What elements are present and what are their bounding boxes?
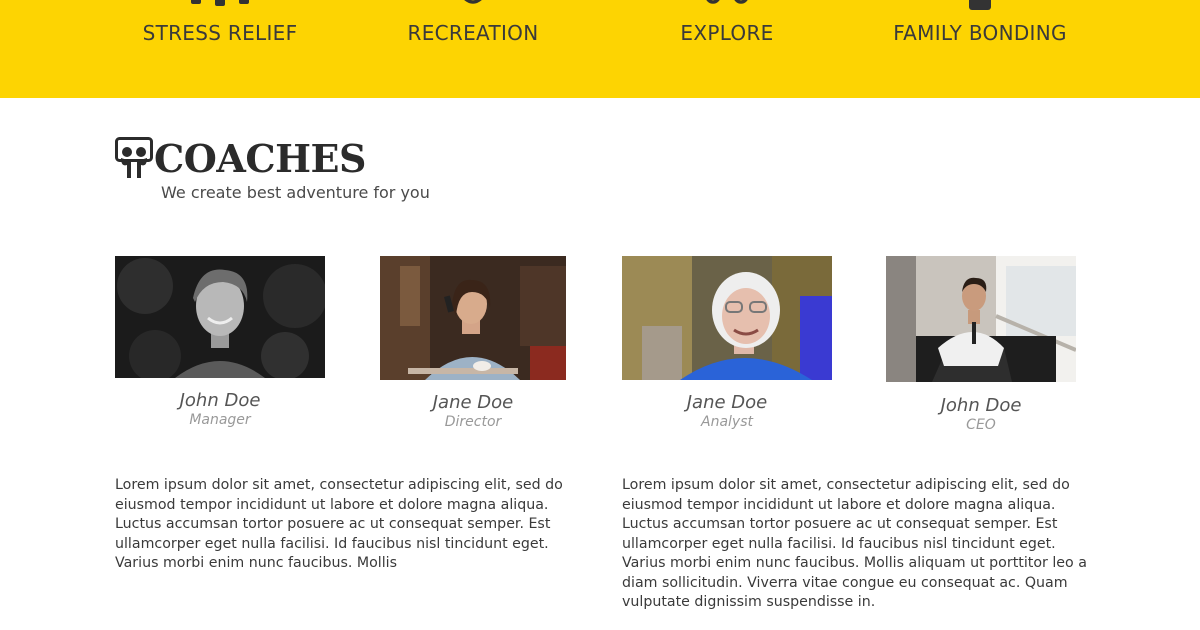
coach-photo (886, 256, 1076, 382)
section-subtitle: We create best adventure for you (161, 183, 430, 202)
features-band: STRESS RELIEF RECREATION EXPLORE FAMILY … (0, 0, 1200, 98)
coach-photo (380, 256, 566, 380)
coach-photo (622, 256, 832, 380)
section-title: COACHES (154, 136, 366, 181)
coach-role: CEO (966, 417, 996, 433)
explore-icon (706, 0, 748, 4)
feature-label: EXPLORE (680, 21, 774, 45)
coach-name: John Doe (179, 390, 261, 411)
coach-name: Jane Doe (686, 392, 768, 413)
coach-card[interactable]: Jane Doe Analyst (622, 256, 832, 436)
coach-role: Director (444, 414, 502, 430)
stress-relief-icon (191, 0, 249, 6)
coach-role: Manager (189, 412, 251, 428)
feature-stress-relief[interactable]: STRESS RELIEF (110, 0, 330, 98)
feature-label: FAMILY BONDING (893, 21, 1067, 45)
coach-description: Lorem ipsum dolor sit amet, consectetur … (115, 477, 563, 571)
coach-name: Jane Doe (432, 392, 514, 413)
feature-label: STRESS RELIEF (142, 21, 298, 45)
feature-recreation[interactable]: RECREATION (363, 0, 583, 98)
coach-card[interactable]: Jane Doe Director (380, 256, 566, 436)
coach-card[interactable]: John Doe Manager (115, 256, 325, 436)
coach-name: John Doe (940, 395, 1022, 416)
recreation-icon (464, 0, 482, 4)
feature-label: RECREATION (407, 21, 539, 45)
coach-role: Analyst (701, 414, 753, 430)
coach-card[interactable]: John Doe CEO (886, 256, 1076, 436)
feature-explore[interactable]: EXPLORE (617, 0, 837, 98)
family-bonding-icon (969, 0, 991, 10)
coach-description: Lorem ipsum dolor sit amet, consectetur … (622, 477, 1087, 610)
slideshare-logo-icon (115, 137, 153, 178)
feature-family-bonding[interactable]: FAMILY BONDING (870, 0, 1090, 98)
coach-photo (115, 256, 325, 378)
